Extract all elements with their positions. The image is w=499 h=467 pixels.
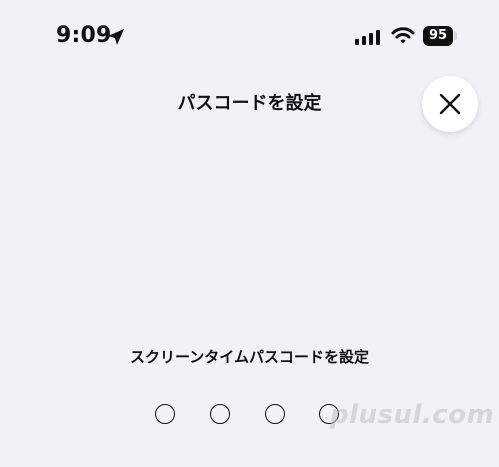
battery-level: 95 — [423, 26, 453, 46]
passcode-dots[interactable] — [155, 404, 355, 428]
status-time: 9:09 — [56, 23, 112, 48]
status-bar: 9:09 95 — [0, 0, 499, 70]
location-arrow-icon — [108, 29, 124, 45]
passcode-prompt: スクリーンタイムパスコードを設定 — [130, 348, 369, 366]
close-icon — [439, 93, 461, 115]
passcode-dot — [265, 404, 285, 424]
battery-tip — [454, 32, 457, 40]
cellular-signal-icon — [355, 30, 380, 45]
wifi-icon — [391, 27, 415, 44]
passcode-dot — [210, 404, 230, 424]
watermark: plusul.com — [330, 400, 495, 430]
battery-indicator: 95 — [423, 26, 457, 46]
close-button[interactable] — [422, 76, 478, 132]
passcode-dot — [155, 404, 175, 424]
